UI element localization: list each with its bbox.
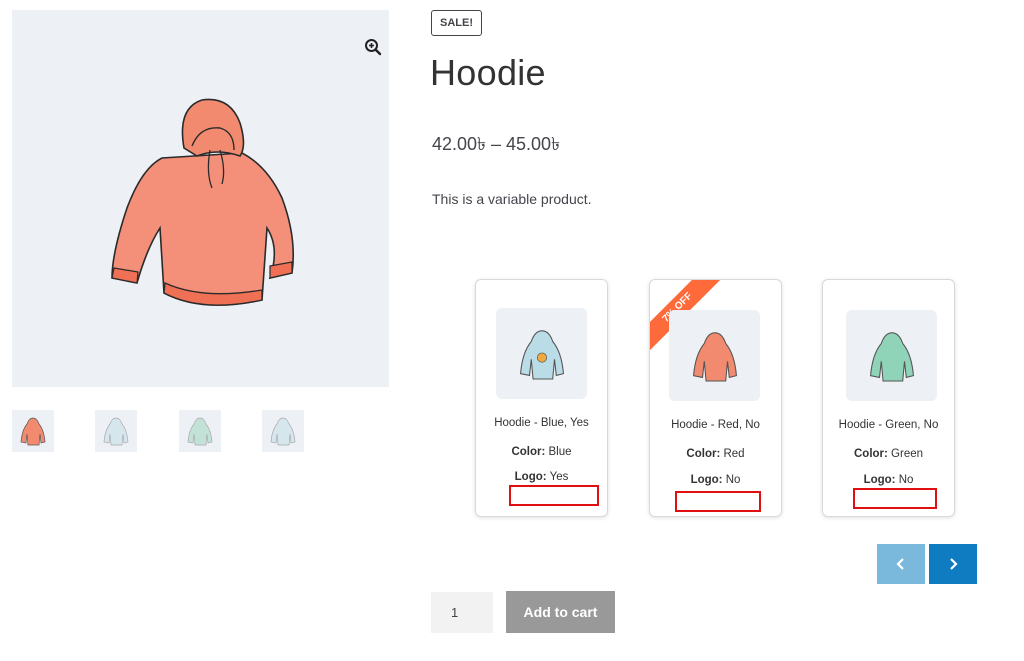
thumbnail-blue[interactable] <box>95 410 137 452</box>
chevron-left-icon <box>896 558 904 570</box>
thumbnail-blue-logo[interactable] <box>262 410 304 452</box>
zoom-in-icon[interactable] <box>354 28 392 66</box>
variation-logo: Logo: No <box>690 474 741 486</box>
carousel-next-button[interactable] <box>929 544 977 584</box>
variation-card[interactable]: Hoodie - Blue, Yes Color: Blue Logo: Yes <box>475 279 608 517</box>
variation-card[interactable]: Hoodie - Green, No Color: Green Logo: No <box>822 279 955 517</box>
variation-name: Hoodie - Green, No <box>838 419 939 431</box>
highlight-box <box>853 488 937 509</box>
product-price: 42.00৳ – 45.00৳ <box>432 134 561 154</box>
product-main-image[interactable] <box>12 10 389 387</box>
thumbnail-green[interactable] <box>179 410 221 452</box>
variation-color: Color: Green <box>853 448 924 460</box>
variation-image <box>669 310 760 401</box>
variation-color: Color: Red <box>686 448 745 460</box>
carousel-prev-button[interactable] <box>877 544 925 584</box>
variation-name: Hoodie - Blue, Yes <box>494 417 589 429</box>
hoodie-image <box>111 98 295 306</box>
variation-color: Color: Blue <box>511 446 572 458</box>
variation-card[interactable]: 7% OFF Hoodie - Red, No Color: Red Logo:… <box>649 279 782 517</box>
variation-name: Hoodie - Red, No <box>671 419 760 431</box>
add-to-cart-button[interactable]: Add to cart <box>506 591 615 633</box>
variation-logo: Logo: No <box>863 474 914 486</box>
variation-image <box>496 308 587 399</box>
product-description: This is a variable product. <box>432 191 592 207</box>
quantity-input[interactable] <box>431 592 493 633</box>
highlight-box <box>675 491 761 512</box>
sale-badge: SALE! <box>431 10 482 36</box>
product-title: Hoodie <box>430 52 546 93</box>
highlight-box <box>509 485 599 506</box>
chevron-right-icon <box>950 558 958 570</box>
thumbnail-red[interactable] <box>12 410 54 452</box>
variation-image <box>846 310 937 401</box>
variation-logo: Logo: Yes <box>514 471 569 483</box>
